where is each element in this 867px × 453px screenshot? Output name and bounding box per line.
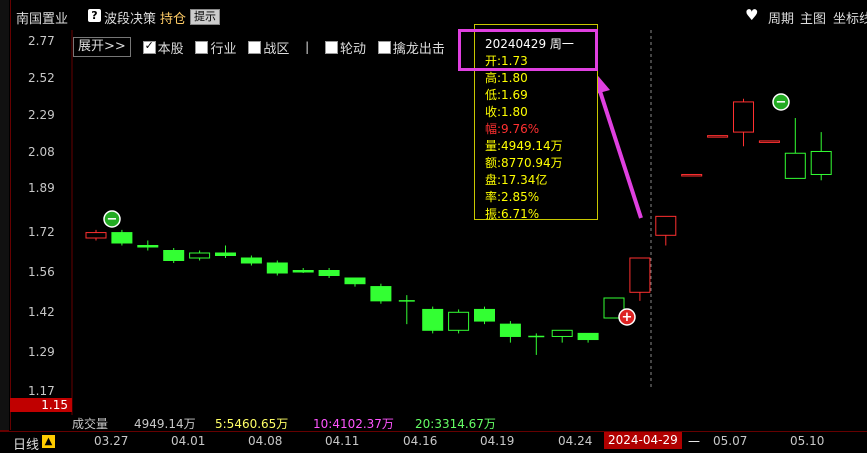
candle-body <box>681 173 703 177</box>
period-dropdown-icon[interactable]: ▲ <box>42 435 55 448</box>
y-axis: 2.77 2.52 2.29 2.08 1.89 1.72 1.56 1.42 1.29 1.17 <box>10 30 70 415</box>
tooltip-line: 幅:9.76% <box>485 122 540 136</box>
date-tick: 05.10 <box>790 434 825 448</box>
help-icon[interactable]: ? <box>88 9 101 22</box>
candle-body <box>551 329 573 337</box>
candle-body <box>370 286 392 302</box>
y-axis-label: 1.42 <box>28 305 55 319</box>
tip-badge[interactable]: 提示 <box>190 9 220 25</box>
candle-body <box>655 215 677 236</box>
volume-ma10: 10:4102.37万 <box>313 417 394 431</box>
selected-date: 2024-04-29 <box>604 432 682 449</box>
candlestick-chart[interactable]: − + − <box>10 30 867 415</box>
checkbox-dragon[interactable]: 擒龙出击 <box>377 38 445 57</box>
candle-body <box>85 232 107 239</box>
candle-body <box>189 252 211 259</box>
volume-legend: 成交量 4949.14万 5:5460.65万 10:4102.37万 20:3… <box>10 413 867 431</box>
candle-body <box>810 150 832 175</box>
holding-label[interactable]: 持仓 <box>160 8 186 27</box>
y-axis-label: 1.89 <box>28 181 55 195</box>
tooltip-line: 量:4949.14万 <box>485 139 563 153</box>
volume-label: 成交量 <box>72 417 109 431</box>
y-axis-label: 1.56 <box>28 265 55 279</box>
date-tick: 04.16 <box>403 434 438 448</box>
candle-body <box>629 257 651 293</box>
candle-body <box>266 262 288 274</box>
tooltip-line: 振:6.71% <box>485 207 540 221</box>
date-tick: 05.07 <box>713 434 748 448</box>
candle-body <box>474 308 495 322</box>
period-label[interactable]: 日线 <box>13 434 39 453</box>
candle-body <box>137 245 159 248</box>
y-axis-label: 1.17 <box>28 384 55 398</box>
tooltip-line: 率:2.85% <box>485 190 540 204</box>
date-tick: 04.01 <box>171 434 206 448</box>
candle-body <box>111 232 133 244</box>
checkbox-box[interactable] <box>325 40 339 54</box>
y-axis-label: 1.29 <box>28 345 55 359</box>
tooltip-line: 收:1.80 <box>485 105 528 119</box>
candle-body <box>448 311 470 331</box>
sell-signal-icon-glyph: − <box>776 95 787 110</box>
date-tick: 04.08 <box>248 434 283 448</box>
sell-signal-icon-glyph: − <box>107 212 118 227</box>
candle-body <box>292 270 314 273</box>
y-axis-label: 1.72 <box>28 225 55 239</box>
candle-body <box>733 101 754 133</box>
expand-button[interactable]: 展开>> <box>73 37 131 57</box>
candle-body <box>344 277 366 285</box>
checkbox-box[interactable] <box>377 40 391 54</box>
selected-date-dash: — <box>688 434 700 448</box>
volume-ma5: 5:5460.65万 <box>215 417 289 431</box>
checkbox-industry[interactable]: 行业 <box>195 38 236 57</box>
date-tick: 04.24 <box>558 434 593 448</box>
favorite-heart-icon[interactable]: ♥ <box>745 6 758 24</box>
chart-header: 南国置业 ? 波段决策 持仓 提示 ♥ 周期 主图 坐标线 <box>10 0 867 30</box>
highlight-box <box>458 29 598 71</box>
candle-body <box>758 140 780 143</box>
strategy-label[interactable]: 波段决策 <box>104 8 156 27</box>
y-axis-label: 2.08 <box>28 145 55 159</box>
chart-toolbar: 展开>> 本股 行业 战区 | 轮动 擒龙出击 <box>73 37 445 59</box>
candle-body <box>577 332 599 341</box>
tooltip-line: 盘:17.34亿 <box>485 173 548 187</box>
y-axis-label: 2.29 <box>28 108 55 122</box>
tooltip-line: 额:8770.94万 <box>485 156 563 170</box>
annotation-arrow <box>596 84 643 219</box>
checkbox-zone[interactable]: 战区 <box>248 38 289 57</box>
chart-canvas[interactable]: − + − <box>10 30 867 415</box>
tooltip-line: 高:1.80 <box>485 71 528 85</box>
volume-value: 4949.14万 <box>134 417 196 431</box>
volume-ma20: 20:3314.67万 <box>415 417 496 431</box>
date-axis: 日线 ▲ 03.27 04.01 04.08 04.11 04.16 04.19… <box>0 431 867 453</box>
menu-axis-line[interactable]: 坐标线 <box>833 8 867 27</box>
checkbox-box-checked[interactable] <box>142 39 156 54</box>
candle-body <box>499 323 521 337</box>
menu-main-chart[interactable]: 主图 <box>800 8 826 27</box>
checkbox-box[interactable] <box>248 40 262 54</box>
candle-body <box>240 257 262 264</box>
tooltip-line: 低:1.69 <box>485 88 528 102</box>
checkbox-this-stock[interactable]: 本股 <box>142 38 184 57</box>
y-axis-label: 2.77 <box>28 34 55 48</box>
candle-body <box>318 270 340 276</box>
date-tick: 04.11 <box>325 434 360 448</box>
menu-period[interactable]: 周期 <box>768 8 794 27</box>
y-axis-label: 2.52 <box>28 71 55 85</box>
date-tick: 04.19 <box>480 434 515 448</box>
price-marker: 1.15 <box>10 398 72 412</box>
candle-body <box>784 152 806 179</box>
toolbar-separator: | <box>305 39 310 54</box>
candle-body <box>163 250 185 261</box>
checkbox-box[interactable] <box>195 40 209 54</box>
checkbox-rotation[interactable]: 轮动 <box>325 38 366 57</box>
candle-body <box>707 135 729 138</box>
candle-body <box>422 308 444 331</box>
stock-name[interactable]: 南国置业 <box>16 8 68 27</box>
date-tick: 03.27 <box>94 434 129 448</box>
candle-body <box>215 252 236 256</box>
buy-signal-icon-glyph: + <box>622 310 633 325</box>
